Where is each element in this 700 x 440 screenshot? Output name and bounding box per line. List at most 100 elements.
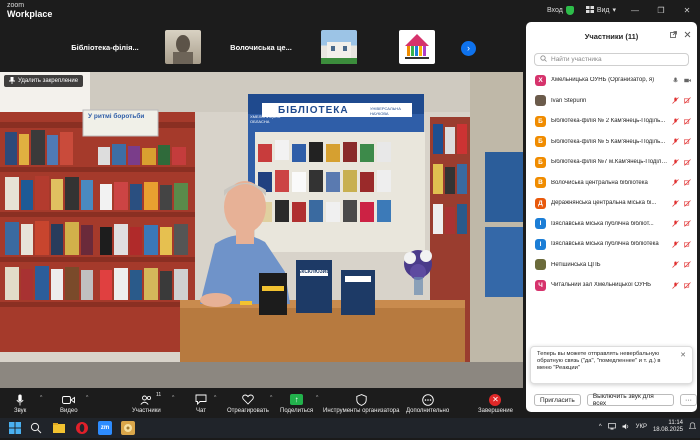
- close-icon[interactable]: [684, 31, 691, 40]
- video-off-icon: [684, 282, 691, 289]
- participant-row[interactable]: Ч Читальний зал Хмельницької ОУНБ: [526, 275, 697, 296]
- end-meeting-button[interactable]: ✕ Завершение: [478, 393, 513, 414]
- close-window-button[interactable]: ✕: [674, 6, 700, 15]
- popout-icon[interactable]: [670, 31, 677, 40]
- end-call-icon: ✕: [489, 393, 502, 406]
- participant-list: Х Хмельницька ОУНБ (Организатор, я) Ivan…: [526, 70, 697, 296]
- participant-name: Хмельницька ОУНБ (Организатор, я): [551, 77, 655, 84]
- chevron-down-icon: ▾: [612, 7, 616, 14]
- thumbnail-image-logo[interactable]: [399, 30, 435, 64]
- clock-date: 18.08.2025: [652, 427, 683, 433]
- participant-name: Деражнянська центральна міська бі...: [551, 200, 657, 207]
- avatar: Б: [535, 136, 546, 148]
- notice-text: Теперь вы можете отправлять невербальную…: [537, 351, 661, 371]
- avatar: Х: [535, 74, 546, 86]
- more-button[interactable]: Дополнительно: [406, 393, 449, 414]
- react-button[interactable]: Отреагировать: [227, 393, 269, 414]
- restore-button[interactable]: ❐: [648, 6, 674, 15]
- participant-row[interactable]: Д Деражнянська центральна міська бі...: [526, 193, 697, 214]
- video-button[interactable]: Видео: [60, 393, 78, 414]
- share-options-chevron-icon[interactable]: ^: [316, 395, 318, 401]
- video-options-chevron-icon[interactable]: ^: [86, 395, 88, 401]
- avatar: Д: [535, 197, 546, 209]
- zoom-app-icon[interactable]: zm: [98, 421, 112, 435]
- participant-row[interactable]: Б Бібліотека-філія № 5 Кам'янець-Поділь.…: [526, 132, 697, 153]
- shield-icon: [356, 393, 367, 406]
- thumbnail-label: Волочиська це...: [230, 42, 292, 52]
- chat-label: Чат: [196, 408, 206, 414]
- participants-label: Участники: [132, 408, 161, 414]
- muted-microphone-icon: [672, 118, 679, 125]
- muted-microphone-icon: [672, 282, 679, 289]
- clock[interactable]: 11:14 18.08.2025: [653, 420, 683, 434]
- network-icon[interactable]: [607, 422, 616, 432]
- participant-row[interactable]: І Ізяславська міська публічна бібліот...: [526, 214, 697, 235]
- thumbnail-tile[interactable]: Бібліотека-філія...: [66, 24, 144, 70]
- search-input[interactable]: Найти участника: [551, 56, 602, 63]
- participant-status: [672, 77, 691, 84]
- keyboard-language[interactable]: УКР: [636, 424, 647, 430]
- banner-title: БІБЛІОТЕКА: [278, 105, 349, 116]
- participant-name: Ізяславська міська публічна бібліот...: [551, 220, 654, 227]
- title-bar-controls: Вход Вид ▾ — ❐ ✕: [541, 0, 700, 20]
- windows-start-icon[interactable]: [8, 421, 22, 435]
- participant-search[interactable]: Найти участника: [534, 53, 689, 66]
- video-off-icon: [684, 138, 691, 145]
- file-explorer-icon[interactable]: [52, 421, 66, 435]
- participant-status: [672, 241, 691, 248]
- next-page-arrow-icon[interactable]: ›: [461, 41, 476, 56]
- zoom-app-label: zm: [100, 425, 110, 431]
- participant-name: Бібліотека-філія №7 м.Кам'янець-Поділь..…: [551, 159, 668, 166]
- react-label: Отреагировать: [227, 408, 269, 414]
- video-off-icon: [684, 220, 691, 227]
- building-icon: [321, 42, 357, 64]
- participant-status: [672, 159, 691, 166]
- share-button[interactable]: ↑ Поделиться: [280, 393, 313, 414]
- media-player-icon[interactable]: [121, 421, 135, 435]
- participant-row[interactable]: Х Хмельницька ОУНБ (Организатор, я): [526, 70, 697, 91]
- thumbnail-image-building[interactable]: [321, 30, 357, 64]
- chevron-up-icon[interactable]: ^: [599, 424, 602, 430]
- speaker-icon[interactable]: [622, 423, 630, 432]
- thumbnail-tile[interactable]: Волочиська це...: [222, 24, 300, 70]
- participant-status: [672, 97, 691, 104]
- unpin-button[interactable]: Удалить закрепление: [4, 75, 84, 87]
- host-tools-button[interactable]: Инструменты организатора: [323, 393, 399, 414]
- avatar-photo: [535, 259, 546, 271]
- view-button[interactable]: Вид ▾: [580, 5, 622, 15]
- minimize-button[interactable]: —: [622, 6, 648, 15]
- notifications-icon[interactable]: [688, 422, 697, 432]
- thumbnail-image-portrait[interactable]: [165, 30, 201, 64]
- participant-row[interactable]: В Волочиська центральна бібліотека: [526, 173, 697, 194]
- participant-row[interactable]: Нетішинська ЦПБ: [526, 255, 697, 276]
- participant-name: Нетішинська ЦПБ: [551, 261, 601, 268]
- search-icon[interactable]: [29, 421, 43, 435]
- chat-options-chevron-icon[interactable]: ^: [214, 395, 216, 401]
- participant-row[interactable]: Б Бібліотека-філія №7 м.Кам'янець-Поділь…: [526, 152, 697, 173]
- participant-status: [672, 200, 691, 207]
- opera-browser-icon[interactable]: [75, 421, 89, 435]
- participant-row[interactable]: Ivan Stepurin: [526, 91, 697, 112]
- audio-button[interactable]: Звук: [14, 393, 26, 414]
- muted-microphone-icon: [672, 179, 679, 186]
- thumbnail-label: Бібліотека-філія...: [71, 42, 139, 52]
- audio-options-chevron-icon[interactable]: ^: [40, 395, 42, 401]
- video-off-icon: [684, 200, 691, 207]
- signin-button[interactable]: Вход: [541, 5, 580, 15]
- chat-button[interactable]: Чат: [195, 393, 207, 414]
- avatar: В: [535, 177, 546, 189]
- participant-status: [672, 179, 691, 186]
- participants-options-chevron-icon[interactable]: ^: [172, 395, 174, 401]
- participant-row[interactable]: Б Бібліотека-філія № 2 Кам'янець-Поділь.…: [526, 111, 697, 132]
- host-tools-label: Инструменты организатора: [323, 408, 400, 414]
- muted-microphone-icon: [672, 241, 679, 248]
- participant-status: [672, 261, 691, 268]
- unpin-label: Удалить закрепление: [18, 78, 79, 84]
- participant-row[interactable]: І Ізяславська міська публічна бібліотека: [526, 234, 697, 255]
- people-icon: [140, 395, 151, 405]
- pin-icon: [9, 76, 15, 86]
- close-icon[interactable]: ✕: [680, 352, 686, 359]
- react-options-chevron-icon[interactable]: ^: [270, 395, 272, 401]
- participant-status: [672, 138, 691, 145]
- share-arrow-icon: ↑: [290, 394, 304, 405]
